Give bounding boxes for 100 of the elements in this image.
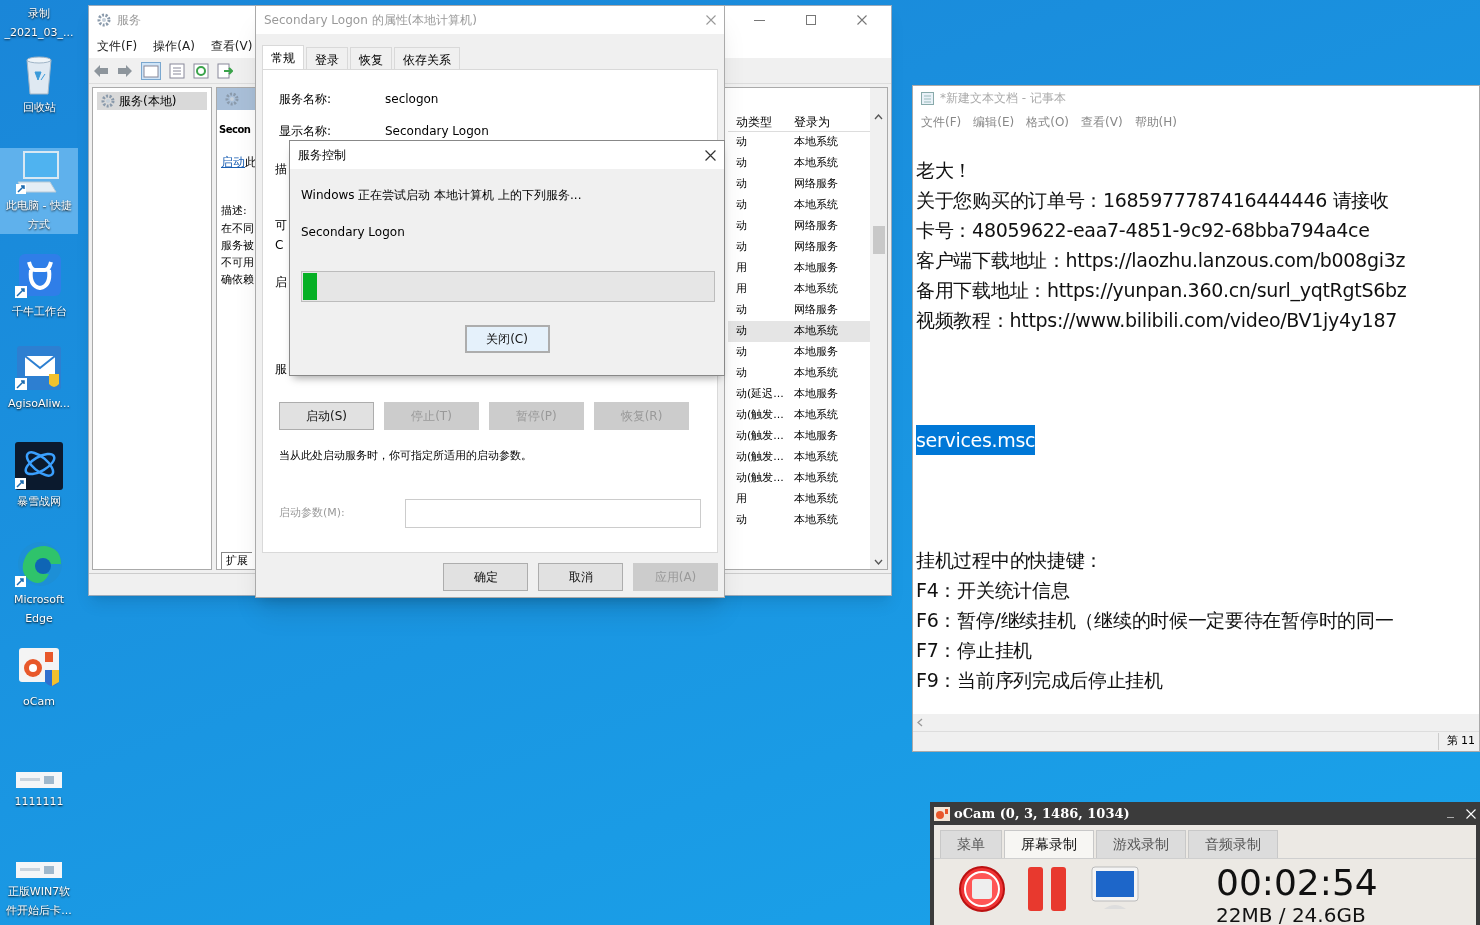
table-cell-text: 动 — [735, 302, 748, 319]
menu-item[interactable]: 操作(A) — [153, 37, 195, 55]
extended-tab[interactable]: 扩展 — [221, 551, 252, 569]
dialog-button[interactable]: 确定 — [443, 563, 528, 591]
dialog-title: Secondary Logon 的属性(本地计算机) — [264, 12, 478, 29]
column-header[interactable]: 动类型 — [728, 112, 786, 131]
tab[interactable]: 常规 — [262, 45, 304, 69]
table-cell-text: 动 — [735, 176, 748, 193]
desktop-icon-label: _2021_03_... — [4, 25, 74, 40]
table-cell-text: 动 — [735, 239, 748, 256]
table-row[interactable]: 动 网络服务 — [728, 174, 870, 195]
field-label: 描 — [275, 161, 287, 178]
scroll-left-icon[interactable] — [917, 718, 923, 727]
menu-item[interactable]: 格式(O) — [1026, 113, 1070, 131]
dialog-button[interactable]: 取消 — [538, 563, 623, 591]
table-row[interactable]: 用 本地系统 — [728, 489, 870, 510]
table-row[interactable]: 动(触发... 本地服务 — [728, 426, 870, 447]
tab[interactable]: 菜单 — [940, 830, 1002, 858]
scroll-thumb[interactable] — [872, 225, 885, 254]
desktop-icon-label: 暴雪战网 — [17, 494, 61, 509]
table-row[interactable]: 动(延迟... 本地服务 — [728, 384, 870, 405]
column-header[interactable]: 登录为 — [786, 112, 830, 131]
tab[interactable]: 音频录制 — [1188, 830, 1278, 858]
description-text: 在不同 — [220, 220, 255, 237]
tab[interactable]: 依存关系 — [394, 47, 460, 69]
back-arrow-icon[interactable] — [93, 63, 109, 78]
export-list-icon[interactable] — [217, 62, 233, 79]
menu-item[interactable]: 文件(F) — [97, 37, 138, 55]
table-cell-text: 本地系统 — [793, 323, 838, 340]
minimize-icon[interactable] — [754, 19, 765, 21]
table-cell-text: 用 — [735, 260, 748, 277]
window-title: oCam (0, 3, 1486, 1034) — [954, 804, 1131, 823]
table-cell-text: 本地系统 — [793, 470, 838, 487]
description-text: 不可用 — [220, 254, 255, 271]
scrollbar[interactable] — [870, 88, 887, 569]
menu-item[interactable]: 编辑(E) — [973, 113, 1015, 131]
table-row[interactable]: 动 本地系统 — [728, 321, 870, 342]
table-row[interactable]: 动(触发... 本地系统 — [728, 468, 870, 489]
table-cell-text: 本地服务 — [793, 386, 838, 403]
table-row[interactable]: 动 网络服务 — [728, 216, 870, 237]
table-row[interactable]: 动(触发... 本地系统 — [728, 447, 870, 468]
menu-item[interactable]: 查看(V) — [210, 37, 253, 55]
description-text: 确依赖 — [220, 271, 255, 288]
field-label: 启 — [275, 274, 287, 291]
tab[interactable]: 登录 — [306, 47, 348, 69]
scroll-up-icon[interactable] — [874, 114, 883, 120]
table-row[interactable]: 动 本地系统 — [728, 510, 870, 531]
status-text: 第 11 — [1437, 733, 1479, 750]
menu-item[interactable]: 帮助(H) — [1134, 113, 1177, 131]
tab[interactable]: 游戏录制 — [1096, 830, 1186, 858]
text-line: 客户端下载地址：https://laozhu.lanzous.com/b008gi3z — [916, 248, 1406, 273]
close-icon[interactable] — [705, 149, 716, 161]
table-row[interactable]: 动 网络服务 — [728, 300, 870, 321]
table-row[interactable]: 动 网络服务 — [728, 237, 870, 258]
input-field[interactable] — [405, 498, 701, 528]
computer-icon — [16, 150, 62, 194]
envelope-icon — [15, 344, 63, 392]
table-row[interactable]: 动(触发... 本地系统 — [728, 405, 870, 426]
text-line: 老大！ — [916, 158, 973, 183]
tree-item[interactable]: 服务(本地) — [97, 92, 207, 110]
tab[interactable]: 屏幕录制 — [1004, 830, 1094, 858]
table-row[interactable]: 动 本地服务 — [728, 342, 870, 363]
table-cell-text: 动 — [735, 323, 748, 340]
maximize-icon[interactable] — [806, 15, 816, 25]
tab[interactable]: 恢复 — [350, 47, 392, 69]
table-row[interactable]: 动 本地系统 — [728, 363, 870, 384]
table-cell-text: 本地系统 — [793, 512, 838, 529]
gear-icon — [101, 94, 115, 108]
gear-icon — [97, 13, 111, 27]
refresh-icon[interactable] — [193, 62, 209, 79]
properties-icon[interactable] — [169, 62, 185, 79]
desktop-icon[interactable]: AgisoAliw... — [0, 342, 78, 413]
table-row[interactable]: 动 本地系统 — [728, 132, 870, 153]
text-line: F9：当前序列完成后停止挂机 — [916, 668, 1163, 693]
menu-item[interactable]: 文件(F) — [921, 113, 962, 131]
text-line: F6：暂停/继续挂机（继续的时候一定要待在暂停时的同一 — [916, 608, 1394, 633]
cow-logo-icon — [15, 252, 63, 300]
table-row[interactable]: 动 本地系统 — [728, 195, 870, 216]
description-text: 服务被 — [220, 237, 255, 254]
console-tree-icon[interactable] — [141, 61, 161, 80]
menu-item[interactable]: 查看(V) — [1081, 113, 1123, 131]
table-cell-text: 用 — [735, 491, 748, 508]
table-cell-text: 动 — [735, 155, 748, 172]
scroll-down-icon[interactable] — [874, 559, 883, 565]
desktop-icon[interactable]: 回收站 — [0, 50, 78, 117]
stop-record-icon[interactable] — [958, 865, 1006, 913]
dialog-button[interactable]: 启动(S) — [279, 402, 374, 430]
field-label: C — [275, 237, 284, 254]
table-row[interactable]: 动 本地系统 — [728, 153, 870, 174]
table-cell-text: 本地服务 — [793, 260, 838, 277]
table-row[interactable]: 用 本地系统 — [728, 279, 870, 300]
table-cell-text: 动(延迟... — [735, 386, 785, 403]
start-link[interactable]: 启动 — [221, 155, 245, 169]
table-row[interactable]: 用 本地服务 — [728, 258, 870, 279]
table-cell-text: 网络服务 — [793, 218, 838, 235]
forward-arrow-icon[interactable] — [117, 63, 133, 78]
table-cell-text: 本地系统 — [793, 197, 838, 214]
dialog-button[interactable]: 关闭(C) — [464, 325, 550, 353]
desktop-icon-label: 1111111 — [14, 794, 64, 809]
desktop-icon[interactable]: 录制 _2021_03_... — [0, 4, 78, 42]
